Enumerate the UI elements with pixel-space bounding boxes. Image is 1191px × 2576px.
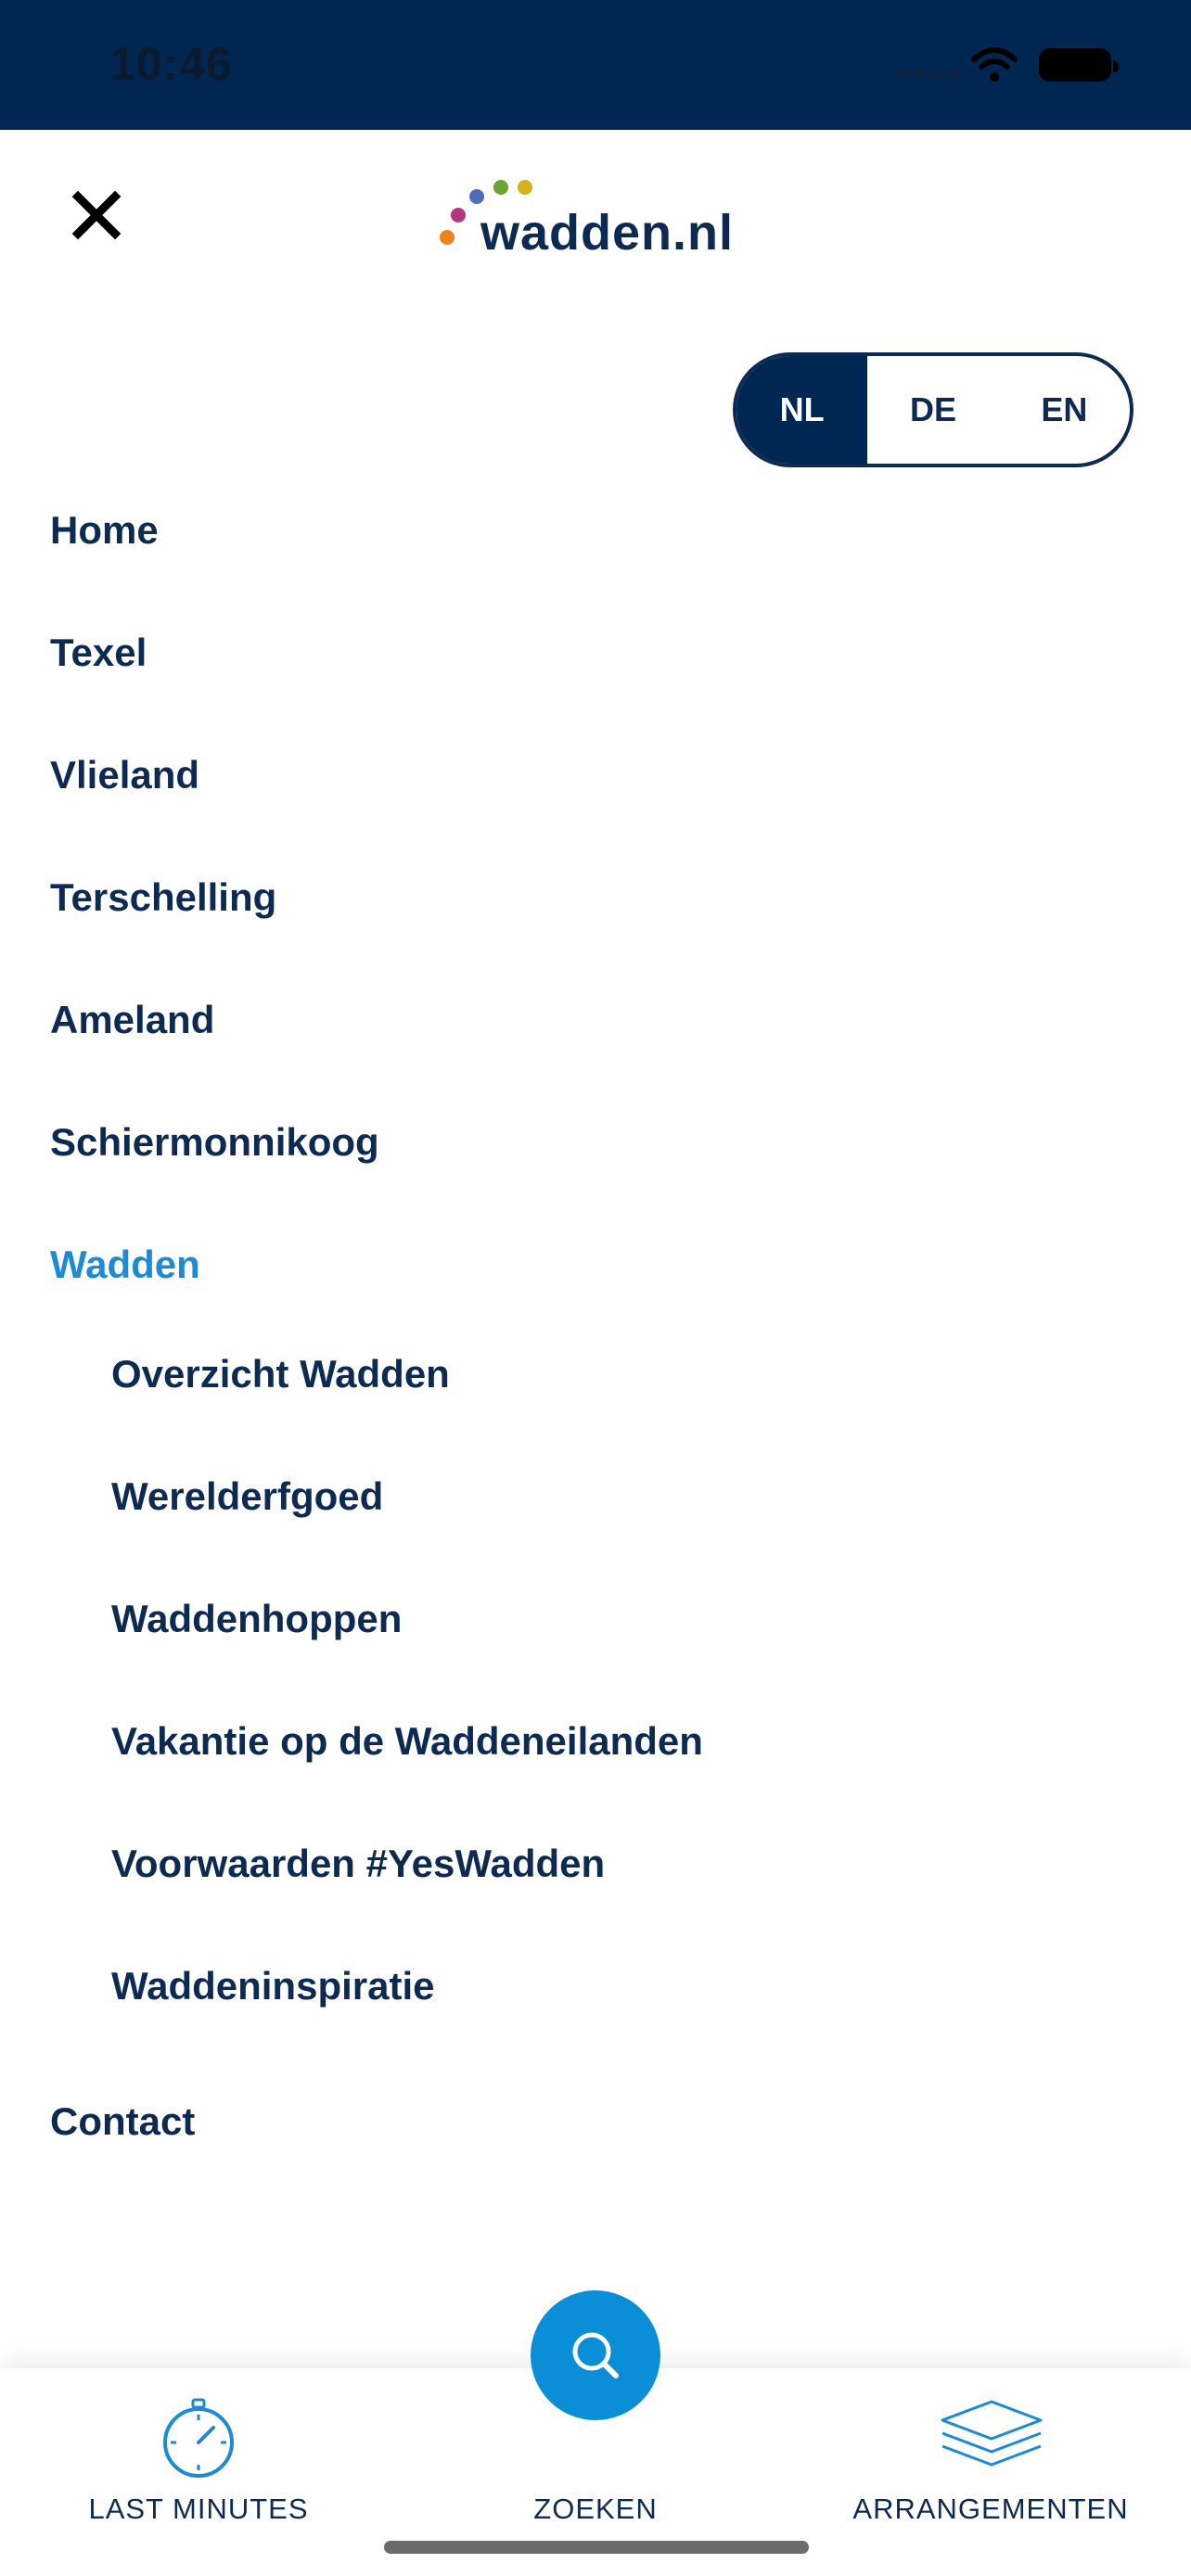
wifi-icon — [970, 46, 1018, 88]
menu-item-wadden[interactable]: Wadden — [50, 1243, 200, 1287]
submenu-item-overzicht-wadden[interactable]: Overzicht Wadden — [111, 1352, 450, 1396]
submenu-item-voorwaarden-yeswadden[interactable]: Voorwaarden #YesWadden — [111, 1842, 605, 1886]
menu-item-schiermonnikoog[interactable]: Schiermonnikoog — [50, 1120, 379, 1165]
home-indicator[interactable] — [384, 2541, 809, 2554]
status-bar: 10:46 — [0, 0, 1191, 130]
language-de-button[interactable]: DE — [867, 356, 998, 464]
signal-icon — [900, 67, 967, 83]
language-toggle: NL DE EN — [733, 352, 1133, 467]
menu-item-ameland[interactable]: Ameland — [50, 998, 214, 1042]
status-time: 10:46 — [109, 38, 233, 90]
stopwatch-icon — [163, 2398, 234, 2478]
layers-icon — [941, 2400, 1043, 2467]
search-icon — [572, 2332, 619, 2378]
menu-item-home[interactable]: Home — [50, 508, 159, 553]
menu-item-terschelling[interactable]: Terschelling — [50, 875, 276, 920]
logo-text: wadden.nl — [480, 205, 735, 261]
tab-arrangementen-label: ARRANGEMENTEN — [852, 2493, 1129, 2525]
language-nl-button[interactable]: NL — [736, 356, 868, 464]
submenu-item-vakantie-waddeneilanden[interactable]: Vakantie op de Waddeneilanden — [111, 1719, 703, 1764]
battery-icon — [1039, 48, 1119, 82]
tab-zoeken-label: ZOEKEN — [533, 2493, 658, 2525]
submenu-item-waddeninspiratie[interactable]: Waddeninspiratie — [111, 1964, 435, 2009]
menu-item-texel[interactable]: Texel — [50, 631, 147, 675]
menu-item-contact[interactable]: Contact — [50, 2099, 195, 2144]
tab-last-minutes-label: LAST MINUTES — [88, 2493, 309, 2525]
submenu-item-waddenhoppen[interactable]: Waddenhoppen — [111, 1597, 402, 1641]
submenu-item-werelderfgoed[interactable]: Werelderfgoed — [111, 1474, 383, 1519]
close-button[interactable] — [67, 185, 126, 245]
language-en-button[interactable]: EN — [999, 356, 1130, 464]
logo[interactable]: wadden.nl — [434, 172, 768, 265]
menu-item-vlieland[interactable]: Vlieland — [50, 753, 199, 797]
close-icon — [71, 190, 122, 240]
search-button[interactable] — [531, 2290, 660, 2420]
